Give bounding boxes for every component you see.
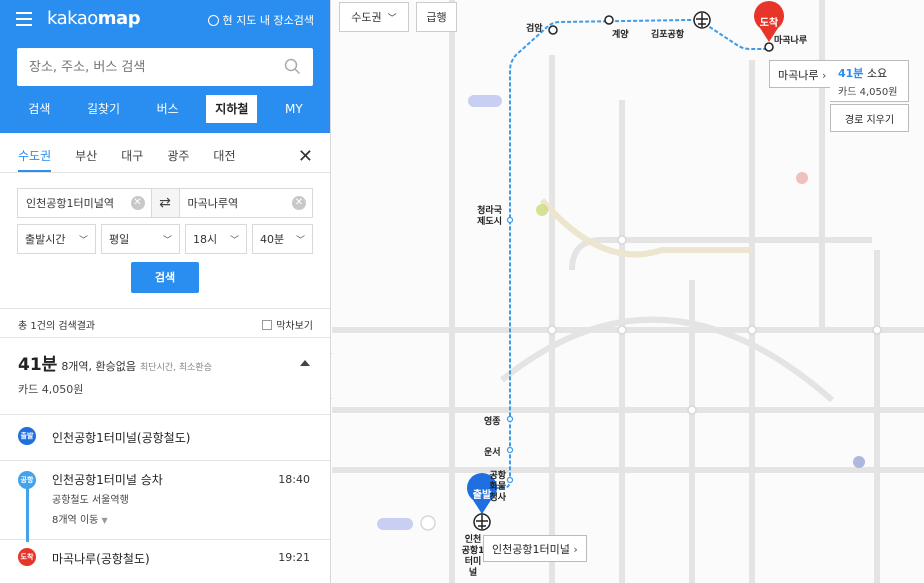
station-label[interactable]: 인천공항1터미널 (461, 535, 485, 579)
route-search-button[interactable]: 검색 (131, 262, 199, 293)
header: kakaomap 현 지도 내 장소검색 검색 길찾기 버스 지하철 MY (0, 0, 330, 133)
collapse-up-icon[interactable] (300, 360, 310, 366)
radio-icon (207, 14, 219, 26)
region-tabs: 수도권 부산 대구 광주 대전 ✕ (0, 133, 330, 173)
time-selects: 출발시간 ﹀ 평일 ﹀ 18시 ﹀ 40분 ﹀ (17, 224, 313, 254)
swap-icon[interactable]: ⇄ (150, 189, 180, 217)
step-arrive-time: 19:21 (278, 551, 310, 564)
gimpo-airport-icon (693, 11, 711, 29)
tab-bus[interactable]: 버스 (148, 95, 188, 123)
last-train-checkbox[interactable]: 막차보기 (262, 317, 313, 332)
route-sub: 최단시간, 최소환승 (140, 363, 212, 373)
chevron-down-icon: ﹀ (162, 235, 172, 246)
route-line-indicator (26, 484, 29, 542)
route-steps: 출발 인천공항1터미널(공항철도) 공항 인천공항1터미널 승차 18:40 공… (0, 414, 330, 566)
map-region-select[interactable]: 수도권 ﹀ (339, 2, 409, 32)
depart-pin-icon: 출발 (18, 427, 36, 445)
tab-subway[interactable]: 지하철 (206, 95, 258, 123)
step-board-stops[interactable]: 8개역 이동 ▼ (52, 511, 108, 526)
station-label[interactable]: 검암 (526, 21, 543, 34)
tab-search[interactable]: 검색 (19, 95, 59, 123)
station-label[interactable]: 영종 (484, 414, 501, 427)
search-icon[interactable] (284, 58, 301, 75)
route-time-popup: 41분 소요 카드 4,050원 (830, 60, 909, 102)
total-time: 41분 (18, 355, 58, 375)
main-tabs: 검색 길찾기 버스 지하철 MY (0, 95, 330, 123)
select-hour[interactable]: 18시 ﹀ (185, 224, 247, 254)
subway-map[interactable]: 수도권 ﹀ 급행 검암 계양 김포공항 마곡나루 청라국제도시 영종 운서 공항화… (332, 0, 924, 583)
region-tab-busan[interactable]: 부산 (75, 133, 97, 172)
tab-my[interactable]: MY (276, 95, 312, 123)
chevron-down-icon: ﹀ (229, 235, 239, 246)
logo[interactable]: kakaomap (47, 8, 141, 29)
step-board-time: 18:40 (278, 473, 310, 486)
menu-icon[interactable] (16, 12, 32, 26)
step-arrive[interactable]: 도착 마곡나루(공항철도) 19:21 (0, 539, 330, 583)
close-icon[interactable]: ✕ (298, 146, 313, 167)
chevron-down-icon: ﹀ (295, 235, 305, 246)
step-arrive-name: 마곡나루(공항철도) (52, 552, 150, 566)
chevron-right-icon: › (821, 69, 827, 82)
station-label[interactable]: 마곡나루 (774, 33, 807, 46)
clear-route-button[interactable]: 경로 지우기 (830, 104, 909, 132)
origin-field[interactable]: 인천공항1터미널역 ✕ (18, 189, 151, 217)
sidebar: kakaomap 현 지도 내 장소검색 검색 길찾기 버스 지하철 MY 수도… (0, 0, 331, 583)
destination-field[interactable]: 마곡나루역 ✕ (180, 189, 313, 217)
station-label[interactable]: 계양 (612, 27, 629, 40)
region-tab-capital[interactable]: 수도권 (18, 133, 52, 172)
arrive-pin-icon: 도착 (18, 548, 36, 566)
result-count: 총 1건의 검색결과 (18, 321, 96, 332)
region-tab-daejeon[interactable]: 대전 (213, 133, 235, 172)
chevron-down-icon: ﹀ (78, 235, 88, 246)
route-fare: 카드 4,050원 (18, 383, 84, 396)
select-day[interactable]: 평일 ﹀ (101, 224, 180, 254)
departure-pin-label: 출발 (472, 490, 492, 501)
route-inputs: 인천공항1터미널역 ✕ ⇄ 마곡나루역 ✕ (17, 188, 313, 218)
step-depart[interactable]: 출발 인천공항1터미널(공항철도) (0, 415, 330, 461)
checkbox-icon (262, 320, 273, 330)
tab-directions[interactable]: 길찾기 (78, 95, 129, 123)
chevron-right-icon: › (573, 543, 578, 556)
station-label[interactable]: 운서 (484, 445, 501, 458)
route-summary[interactable]: 41분 8개역, 환승없음 최단시간, 최소환승 카드 4,050원 (18, 350, 314, 397)
region-tab-daegu[interactable]: 대구 (121, 133, 143, 172)
select-depart-type[interactable]: 출발시간 ﹀ (17, 224, 96, 254)
search-box (17, 48, 313, 86)
destination-popup[interactable]: 마곡나루 › (769, 60, 836, 88)
station-label[interactable]: 김포공항 (651, 27, 684, 40)
result-header: 총 1건의 검색결과 막차보기 (0, 308, 330, 338)
arrival-pin-label: 도착 (759, 18, 779, 29)
clear-origin-icon[interactable]: ✕ (130, 196, 145, 210)
region-tab-gwangju[interactable]: 광주 (167, 133, 189, 172)
express-toggle[interactable]: 급행 (416, 2, 457, 32)
clear-destination-icon[interactable]: ✕ (292, 196, 306, 210)
route-desc: 8개역, 환승없음 (61, 360, 137, 373)
step-board-title: 인천공항1터미널 승차 (52, 473, 163, 487)
origin-popup[interactable]: 인천공항1터미널 › (483, 535, 587, 562)
search-input[interactable] (17, 48, 267, 86)
select-minute[interactable]: 40분 ﹀ (252, 224, 313, 254)
incheon-airport-icon (473, 513, 491, 531)
step-depart-name: 인천공항1터미널(공항철도) (52, 431, 191, 445)
area-search-toggle[interactable]: 현 지도 내 장소검색 (207, 12, 314, 28)
step-board[interactable]: 공항 인천공항1터미널 승차 18:40 공항철도 서울역행 8개역 이동 ▼ (0, 461, 330, 535)
station-label[interactable]: 청라국제도시 (470, 206, 502, 228)
step-board-line: 공항철도 서울역행 (52, 495, 129, 506)
